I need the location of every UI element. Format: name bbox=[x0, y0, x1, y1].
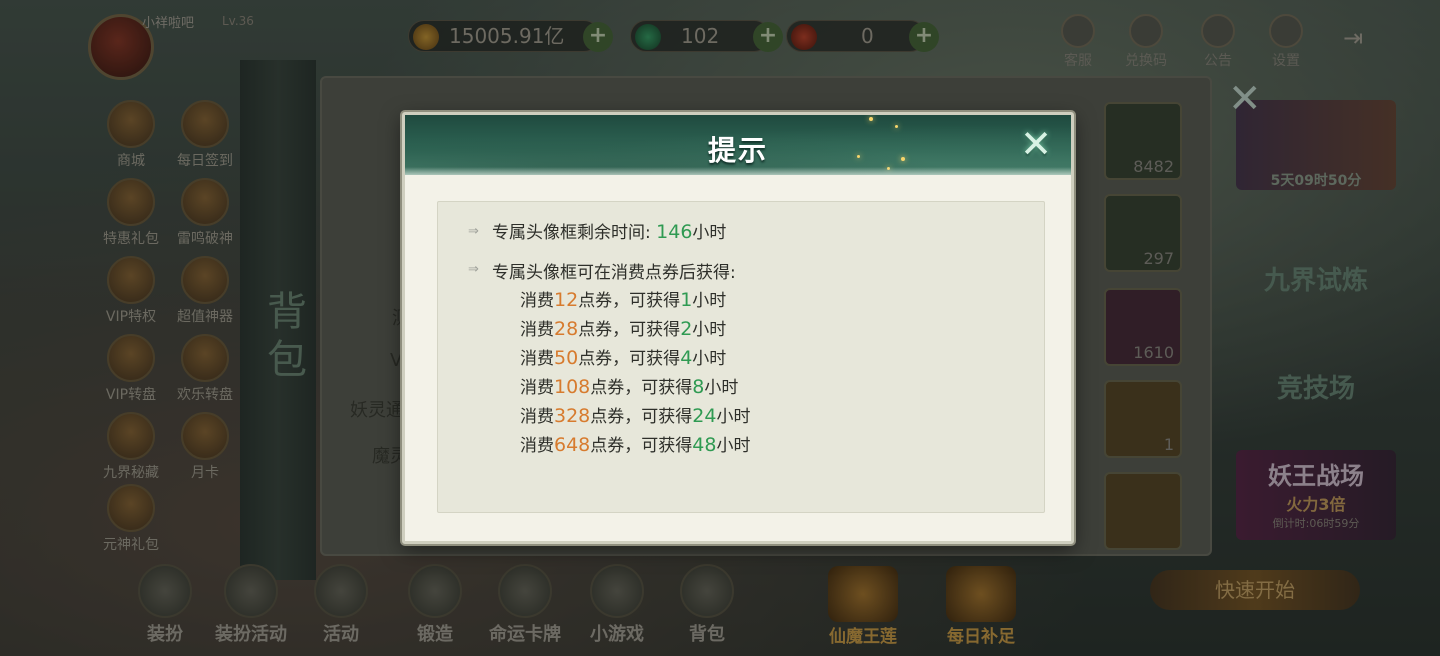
tier-row: 消费328点券，可获得24小时 bbox=[520, 402, 750, 427]
tier-spend: 328 bbox=[554, 405, 591, 427]
tier-row: 消费648点券，可获得48小时 bbox=[520, 431, 750, 456]
dialog-header: 提示 ✕ bbox=[405, 115, 1071, 175]
tier-mid: 点券，可获得 bbox=[578, 291, 681, 311]
tier-prefix: 消费 bbox=[520, 291, 554, 311]
tier-prefix: 消费 bbox=[520, 436, 554, 456]
tier-suffix: 小时 bbox=[692, 320, 727, 340]
tier-hours: 48 bbox=[692, 434, 717, 456]
tier-mid: 点券，可获得 bbox=[590, 407, 693, 427]
tier-hours: 24 bbox=[692, 405, 717, 427]
tier-spend: 12 bbox=[554, 289, 579, 311]
sparkle-icon bbox=[895, 125, 898, 128]
tier-row: 消费28点券，可获得2小时 bbox=[520, 315, 726, 340]
tier-suffix: 小时 bbox=[692, 349, 727, 369]
bullet-arrow-icon: ⇒ bbox=[468, 262, 479, 277]
remaining-time-value: 146 bbox=[656, 221, 693, 243]
tier-row: 消费12点券，可获得1小时 bbox=[520, 286, 726, 311]
tier-prefix: 消费 bbox=[520, 407, 554, 427]
tier-mid: 点券，可获得 bbox=[590, 378, 693, 398]
tier-mid: 点券，可获得 bbox=[578, 320, 681, 340]
sparkle-icon bbox=[887, 167, 890, 170]
tier-suffix: 小时 bbox=[704, 378, 739, 398]
tier-spend: 50 bbox=[554, 347, 579, 369]
remaining-time-line: 专属头像框剩余时间: 146小时 bbox=[492, 218, 726, 243]
tier-hours: 2 bbox=[680, 318, 693, 340]
tier-suffix: 小时 bbox=[716, 436, 751, 456]
tier-suffix: 小时 bbox=[692, 291, 727, 311]
tier-mid: 点券，可获得 bbox=[590, 436, 693, 456]
tier-spend: 108 bbox=[554, 376, 591, 398]
tier-prefix: 消费 bbox=[520, 320, 554, 340]
tier-spend: 648 bbox=[554, 434, 591, 456]
tier-hours: 1 bbox=[680, 289, 693, 311]
tier-row: 消费50点券，可获得4小时 bbox=[520, 344, 726, 369]
tier-spend: 28 bbox=[554, 318, 579, 340]
dialog-body: ⇒ 专属头像框剩余时间: 146小时 ⇒ 专属头像框可在消费点券后获得: 消费1… bbox=[437, 201, 1045, 513]
tier-prefix: 消费 bbox=[520, 349, 554, 369]
remaining-time-unit: 小时 bbox=[692, 223, 727, 243]
tier-row: 消费108点券，可获得8小时 bbox=[520, 373, 738, 398]
sparkle-icon bbox=[869, 117, 873, 121]
tier-hours: 8 bbox=[692, 376, 705, 398]
tier-suffix: 小时 bbox=[716, 407, 751, 427]
bullet-arrow-icon: ⇒ bbox=[468, 224, 479, 239]
tier-hours: 4 bbox=[680, 347, 693, 369]
dialog-title: 提示 bbox=[707, 134, 768, 167]
tier-mid: 点券，可获得 bbox=[578, 349, 681, 369]
tier-prefix: 消费 bbox=[520, 378, 554, 398]
hint-dialog: 提示 ✕ ⇒ 专属头像框剩余时间: 146小时 ⇒ 专属头像框可在消费点券后获得… bbox=[402, 112, 1074, 544]
dialog-close-button[interactable]: ✕ bbox=[1015, 123, 1057, 165]
obtain-line: 专属头像框可在消费点券后获得: bbox=[492, 258, 736, 283]
remaining-time-label: 专属头像框剩余时间: bbox=[492, 223, 651, 243]
obtain-label: 专属头像框可在消费点券后获得: bbox=[492, 263, 736, 283]
